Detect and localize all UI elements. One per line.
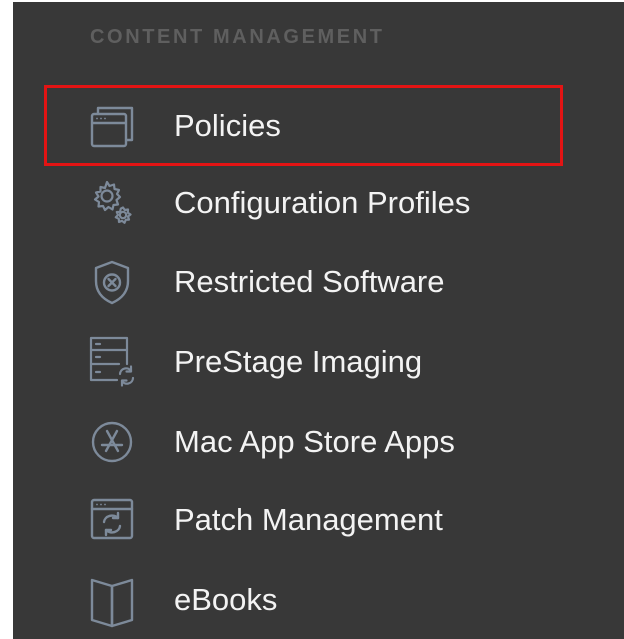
sidebar-item-label: Patch Management: [174, 502, 443, 537]
shield-x-icon: [83, 254, 141, 310]
sidebar-item-label: PreStage Imaging: [174, 344, 423, 379]
window-sync-icon: [83, 492, 141, 548]
sidebar-item-label: Mac App Store Apps: [174, 424, 455, 459]
book-icon: [83, 572, 141, 628]
app-store-icon: [83, 414, 141, 470]
sidebar-item-label: eBooks: [174, 582, 278, 617]
policies-icon: [83, 98, 141, 154]
sidebar-item-label: Configuration Profiles: [174, 185, 471, 220]
sidebar-item-ebooks[interactable]: eBooks: [13, 570, 624, 630]
sidebar-item-configuration-profiles[interactable]: Configuration Profiles: [13, 173, 624, 233]
sidebar-item-patch-management[interactable]: Patch Management: [13, 490, 624, 550]
sidebar-item-label: Policies: [174, 108, 281, 143]
gears-icon: [83, 175, 141, 231]
sidebar-item-label: Restricted Software: [174, 264, 445, 299]
sidebar-item-policies[interactable]: Policies: [13, 85, 624, 166]
sidebar-item-prestage-imaging[interactable]: PreStage Imaging: [13, 332, 624, 392]
server-sync-icon: [83, 334, 141, 390]
sidebar-panel: CONTENT MANAGEMENT Policies Configuratio…: [13, 2, 624, 639]
sidebar-item-restricted-software[interactable]: Restricted Software: [13, 252, 624, 312]
sidebar-item-mac-app-store-apps[interactable]: Mac App Store Apps: [13, 412, 624, 472]
section-header-content-management: CONTENT MANAGEMENT: [90, 26, 385, 48]
